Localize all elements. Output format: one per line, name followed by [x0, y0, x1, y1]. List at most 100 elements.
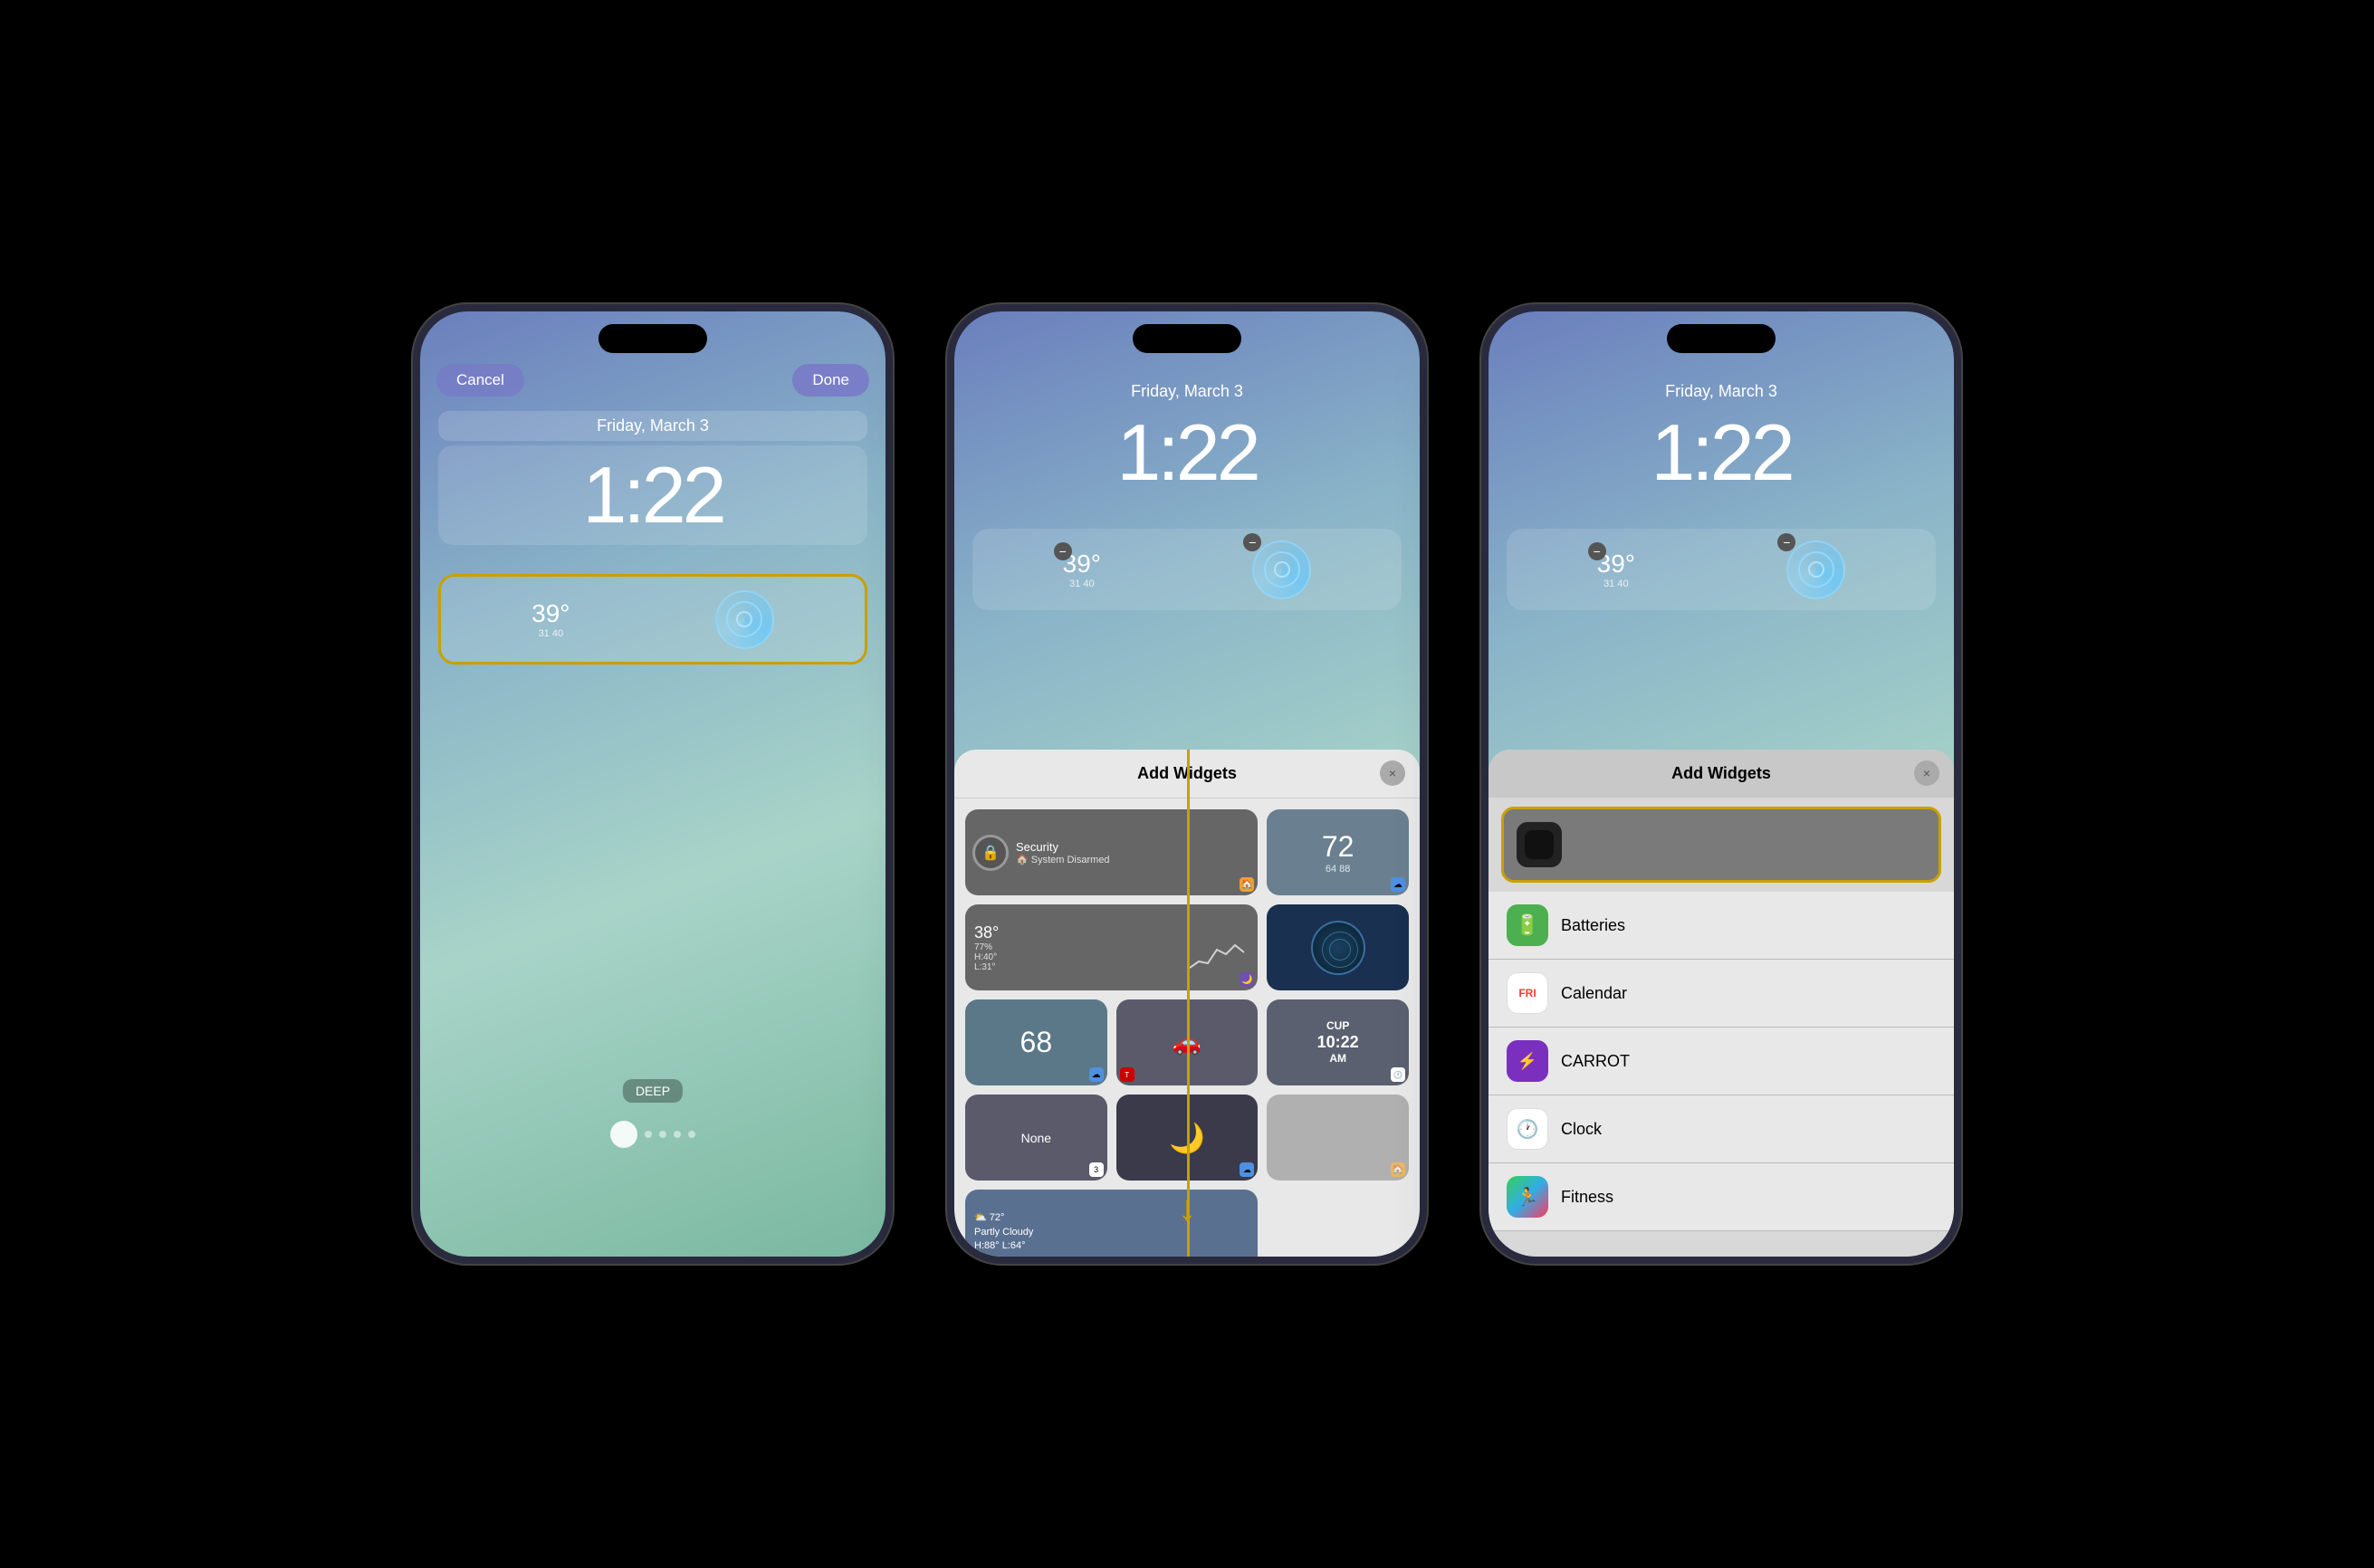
partly-cloudy-text: ⛅ 72° Partly Cloudy H:88° L:64° [974, 1211, 1033, 1253]
page-dot-2 [659, 1131, 666, 1138]
remove-weather-btn[interactable]: − [1054, 542, 1072, 560]
dark-square [1525, 830, 1554, 859]
cloud-badge-68: ☁ [1089, 1067, 1104, 1082]
fitness-label: Fitness [1561, 1188, 1613, 1207]
cup-am: AM [1329, 1052, 1346, 1065]
phone1-temp: 39° [531, 599, 570, 628]
radar-widget[interactable] [1267, 904, 1409, 990]
home-badge: 🏠 [1240, 877, 1254, 892]
security-title: Security [1016, 840, 1110, 854]
phone3-date: Friday, March 3 [1489, 382, 1954, 401]
sheet-close-button-3[interactable]: × [1914, 760, 1939, 786]
phone-1: Cancel Done Friday, March 3 1:22 39° 31 … [413, 304, 893, 1264]
cup-text: CUP [1326, 1019, 1349, 1032]
phone3-radar-core [1808, 561, 1824, 578]
phone2-time: 1:22 [954, 406, 1420, 499]
carrot-icon: ⚡ [1507, 1040, 1548, 1082]
weather-temp-38: 38° [974, 923, 999, 942]
calendar-icon: FRI [1507, 972, 1548, 1014]
sheet-title-3: Add Widgets [1671, 764, 1771, 783]
radar-inner [726, 601, 762, 637]
phone2-screen: Friday, March 3 1:22 − 39° 31 40 − [954, 311, 1420, 1257]
num-range-72: 64 88 [1326, 864, 1351, 875]
fitness-icon: 🏃 [1507, 1176, 1548, 1218]
number-72-widget[interactable]: 72 64 88 ☁ [1267, 809, 1409, 895]
security-subtitle: 🏠 System Disarmed [1016, 854, 1110, 865]
cup-widget[interactable]: CUP 10:22 AM 🕐 [1267, 999, 1409, 1085]
radar-ring-2 [1329, 939, 1351, 961]
phone3-screen: Friday, March 3 1:22 − 39° 31 40 − [1489, 311, 1954, 1257]
phone2-radar-core [1274, 561, 1290, 578]
vertical-separator-line [1187, 750, 1190, 1257]
phone1-time: 1:22 [438, 445, 867, 545]
phone3-remove-weather-btn[interactable]: − [1588, 542, 1606, 560]
phone2-radar-inner [1264, 551, 1300, 588]
home-badge-bottom: 🏠 [1391, 1162, 1405, 1177]
page-dots [610, 1121, 695, 1148]
carrot-label: CARROT [1561, 1052, 1630, 1071]
phone3-time: 1:22 [1489, 406, 1954, 499]
phone1-weather-widget: 39° 31 40 [531, 599, 570, 639]
phone3-radar-container: − [1786, 540, 1845, 599]
list-item-carrot[interactable]: ⚡ CARROT [1489, 1028, 1954, 1095]
weather-wide-widget[interactable]: 38° 77%H:40°L:31° 🌙 [965, 904, 1258, 990]
sheet-close-button[interactable]: × [1380, 760, 1405, 786]
calendar-label: Calendar [1561, 984, 1627, 1003]
weather-badge: 🌙 [1240, 972, 1254, 987]
deep-label: DEEP [623, 1079, 683, 1103]
phone2-radar-widget [1252, 540, 1311, 599]
phone2-weather-container: − 39° 31 40 [1063, 550, 1101, 589]
phone3-radar-inner [1798, 551, 1834, 588]
phone3-radar-widget [1786, 540, 1845, 599]
cloud-badge: ☁ [1391, 877, 1405, 892]
cancel-button[interactable]: Cancel [436, 364, 524, 397]
none-label: None [1021, 1131, 1051, 1145]
phone3-remove-radar-btn[interactable]: − [1777, 533, 1795, 551]
phone1-top-buttons: Cancel Done [420, 364, 885, 397]
list-item-batteries[interactable]: 🔋 Batteries [1489, 892, 1954, 960]
tesla-badge: T [1120, 1067, 1134, 1082]
done-button[interactable]: Done [792, 364, 869, 397]
remove-radar-btn[interactable]: − [1243, 533, 1261, 551]
page-dot-3 [674, 1131, 681, 1138]
none-widget[interactable]: None 3 [965, 1095, 1107, 1181]
phones-container: Cancel Done Friday, March 3 1:22 39° 31 … [413, 304, 1961, 1264]
weather-chart [1185, 936, 1249, 972]
selected-widget-item[interactable] [1501, 807, 1941, 883]
phone1-date: Friday, March 3 [438, 411, 867, 441]
none-badge: 3 [1089, 1162, 1104, 1177]
partly-cloudy-icon: ⛅ 72° [974, 1212, 1004, 1223]
clock-icon: 🕐 [1507, 1108, 1548, 1150]
partly-cloudy-range: H:88° L:64° [974, 1240, 1026, 1251]
security-icon: 🔒 [972, 835, 1009, 871]
add-widgets-sheet3: Add Widgets × 🔋 Batteries FRI [1489, 750, 1954, 1257]
number-68-widget[interactable]: 68 ☁ [965, 999, 1107, 1085]
phone-2: Friday, March 3 1:22 − 39° 31 40 − [947, 304, 1427, 1264]
selected-dark-icon [1517, 822, 1562, 867]
phone2-range: 31 40 [1063, 578, 1101, 589]
security-widget[interactable]: 🔒 Security 🏠 System Disarmed 🏠 [965, 809, 1258, 895]
phone2-date: Friday, March 3 [954, 382, 1420, 401]
sheet-header3: Add Widgets × [1489, 750, 1954, 798]
phone1-radar-widget [715, 590, 774, 649]
list-item-calendar[interactable]: FRI Calendar [1489, 960, 1954, 1028]
num-72: 72 [1322, 830, 1355, 864]
partly-cloudy-widget[interactable]: ⛅ 72° Partly Cloudy H:88° L:64° ☁ [965, 1190, 1258, 1257]
phone3-range: 31 40 [1597, 578, 1635, 589]
security-text: Security 🏠 System Disarmed [1016, 840, 1110, 865]
phone1-widget-area[interactable]: 39° 31 40 [438, 574, 867, 664]
list-item-fitness[interactable]: 🏃 Fitness [1489, 1163, 1954, 1231]
radar-core [736, 611, 752, 627]
dynamic-island-3 [1667, 324, 1776, 353]
page-dot-active [610, 1121, 637, 1148]
grey-partial-widget: 🏠 [1267, 1095, 1409, 1181]
moon-badge: ☁ [1240, 1162, 1254, 1177]
weather-details: 77%H:40°L:31° [974, 942, 997, 972]
dynamic-island-2 [1133, 324, 1241, 353]
phone1-screen: Cancel Done Friday, March 3 1:22 39° 31 … [420, 311, 885, 1257]
radar-display [1311, 921, 1365, 975]
page-dot-4 [688, 1131, 695, 1138]
list-item-clock[interactable]: 🕐 Clock [1489, 1095, 1954, 1163]
add-widgets-sheet: Add Widgets × 🔒 Security 🏠 System Disarm… [954, 750, 1420, 1257]
phone1-temp-range: 31 40 [531, 628, 570, 639]
